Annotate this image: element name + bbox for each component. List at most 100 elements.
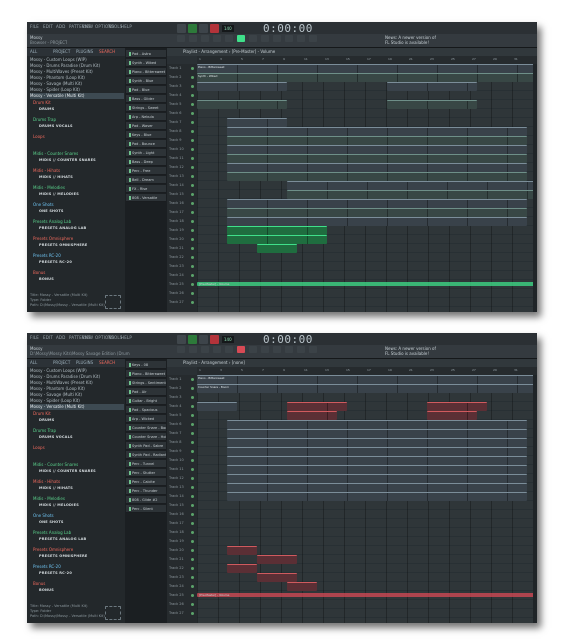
picker-item[interactable]: 808 - Versatile [126, 194, 166, 202]
playlist-clip[interactable] [427, 411, 477, 420]
toolbar-icon[interactable] [297, 35, 305, 42]
playlist-clip[interactable] [227, 217, 527, 226]
track-label[interactable]: Track 7 [169, 429, 189, 438]
track-mute-icon[interactable] [191, 85, 194, 88]
playlist-clip[interactable] [227, 226, 327, 235]
picker-item[interactable]: Perc - Free [126, 167, 166, 175]
track-label[interactable]: Track 15 [169, 190, 189, 199]
news-panel[interactable]: News: A newer version of FL Studio is ava… [385, 346, 485, 356]
track-label[interactable]: Track 26 [169, 600, 189, 609]
picker-item[interactable]: Keys - 08 [126, 361, 166, 369]
track-mute-icon[interactable] [191, 247, 194, 250]
automation-clip[interactable]: [Pre-Master] - Volume [197, 593, 535, 597]
track-mute-icon[interactable] [191, 166, 194, 169]
browser-folder[interactable]: Midis - Hihats [33, 479, 60, 485]
tempo-display[interactable]: 140 [222, 336, 234, 343]
track-label[interactable]: Track 6 [169, 109, 189, 118]
track-label[interactable]: Track 6 [169, 420, 189, 429]
browser-tab-search[interactable]: SEARCH [99, 49, 115, 54]
track-label[interactable]: Track 14 [169, 181, 189, 190]
browser-tab-plugins[interactable]: PLUGINS [76, 360, 93, 365]
playlist-clip[interactable] [227, 429, 527, 438]
menu-item-view[interactable]: VIEW [82, 335, 93, 340]
browser-folder[interactable]: Bonus [33, 270, 45, 276]
track-mute-icon[interactable] [191, 378, 194, 381]
track-mute-icon[interactable] [191, 414, 194, 417]
track-label[interactable]: Track 3 [169, 82, 189, 91]
track-label[interactable]: Track 11 [169, 154, 189, 163]
track-mute-icon[interactable] [191, 121, 194, 124]
browser-folder[interactable]: Presets RC-20 [33, 253, 61, 259]
browser-folder[interactable]: Presets Omnisphere [33, 547, 73, 553]
playlist-clip[interactable]: Piano - Bittersweet [197, 64, 537, 73]
picker-item[interactable]: Bass - Glider [126, 95, 166, 103]
picker-item[interactable]: Perc - Calcite [126, 478, 166, 486]
track-mute-icon[interactable] [191, 139, 194, 142]
playlist-scrollbar[interactable] [533, 375, 537, 623]
track-label[interactable]: Track 21 [169, 244, 189, 253]
track-label[interactable]: Track 18 [169, 528, 189, 537]
toolbar-icon[interactable] [189, 35, 197, 42]
record-button[interactable] [210, 335, 219, 344]
browser-folder[interactable]: Midis - Melodies [33, 496, 65, 502]
browser-folder[interactable]: Presets Omnisphere [33, 236, 73, 242]
menu-item-add[interactable]: ADD [56, 24, 66, 29]
picker-item[interactable]: Arp - Wicked [126, 415, 166, 423]
track-label[interactable]: Track 16 [169, 199, 189, 208]
playlist-clip[interactable] [227, 483, 527, 492]
track-mute-icon[interactable] [191, 274, 194, 277]
pat-song-toggle[interactable] [177, 24, 186, 33]
picker-item[interactable]: Synth - Wiked [126, 59, 166, 67]
playlist-clip[interactable]: Counter Snare - Boom [197, 384, 537, 393]
track-mute-icon[interactable] [191, 283, 194, 286]
playlist-clip[interactable] [227, 456, 527, 465]
track-label[interactable]: Track 24 [169, 582, 189, 591]
menu-item-edit[interactable]: EDIT [43, 335, 53, 340]
track-label[interactable]: Track 20 [169, 546, 189, 555]
browser-folder[interactable]: Loops [33, 445, 45, 451]
toolbar-icon[interactable] [237, 35, 245, 42]
menu-item-edit[interactable]: EDIT [43, 24, 53, 29]
track-mute-icon[interactable] [191, 175, 194, 178]
track-label[interactable]: Track 10 [169, 456, 189, 465]
toolbar-icon[interactable] [213, 35, 221, 42]
track-label[interactable]: Track 12 [169, 163, 189, 172]
track-label[interactable]: Track 13 [169, 483, 189, 492]
track-mute-icon[interactable] [191, 603, 194, 606]
track-label[interactable]: Track 10 [169, 145, 189, 154]
track-label[interactable]: Track 1 [169, 375, 189, 384]
track-mute-icon[interactable] [191, 94, 194, 97]
track-mute-icon[interactable] [191, 531, 194, 534]
track-label[interactable]: Track 14 [169, 492, 189, 501]
browser-folder[interactable]: Midis - Hihats [33, 168, 60, 174]
playlist-clip[interactable] [227, 465, 527, 474]
picker-item[interactable]: Perc - Silent [126, 505, 166, 513]
track-mute-icon[interactable] [191, 576, 194, 579]
picker-item[interactable]: Pad - Waver [126, 122, 166, 130]
playlist-clip[interactable] [197, 402, 237, 411]
playlist-clip[interactable] [387, 100, 477, 109]
toolbar-icon[interactable] [201, 35, 209, 42]
playlist-clip[interactable] [227, 564, 257, 573]
browser-tab-project[interactable]: PROJECT [53, 49, 70, 54]
toolbar-icon[interactable] [285, 35, 293, 42]
record-button[interactable] [210, 24, 219, 33]
picker-item[interactable]: Bass - Deep [126, 158, 166, 166]
picker-item[interactable]: Piano - Bittersweet [126, 370, 166, 378]
track-label[interactable]: Track 4 [169, 402, 189, 411]
track-label[interactable]: Track 13 [169, 172, 189, 181]
toolbar-icon[interactable] [213, 346, 221, 353]
browser-tab-search[interactable]: SEARCH [99, 360, 115, 365]
browser-folder[interactable]: Drum Kit [33, 411, 51, 417]
picker-item[interactable]: Pad - Air [126, 388, 166, 396]
track-label[interactable]: Track 11 [169, 465, 189, 474]
playlist-clip[interactable] [227, 172, 527, 181]
picker-item[interactable]: Strings - Sweet [126, 104, 166, 112]
track-label[interactable]: Track 9 [169, 447, 189, 456]
playlist-clip[interactable]: Synth - Wiked [197, 73, 537, 82]
track-mute-icon[interactable] [191, 157, 194, 160]
playlist-clip[interactable] [257, 555, 297, 564]
playlist-clip[interactable] [287, 402, 347, 411]
playlist-clip[interactable] [227, 447, 527, 456]
track-label[interactable]: Track 7 [169, 118, 189, 127]
